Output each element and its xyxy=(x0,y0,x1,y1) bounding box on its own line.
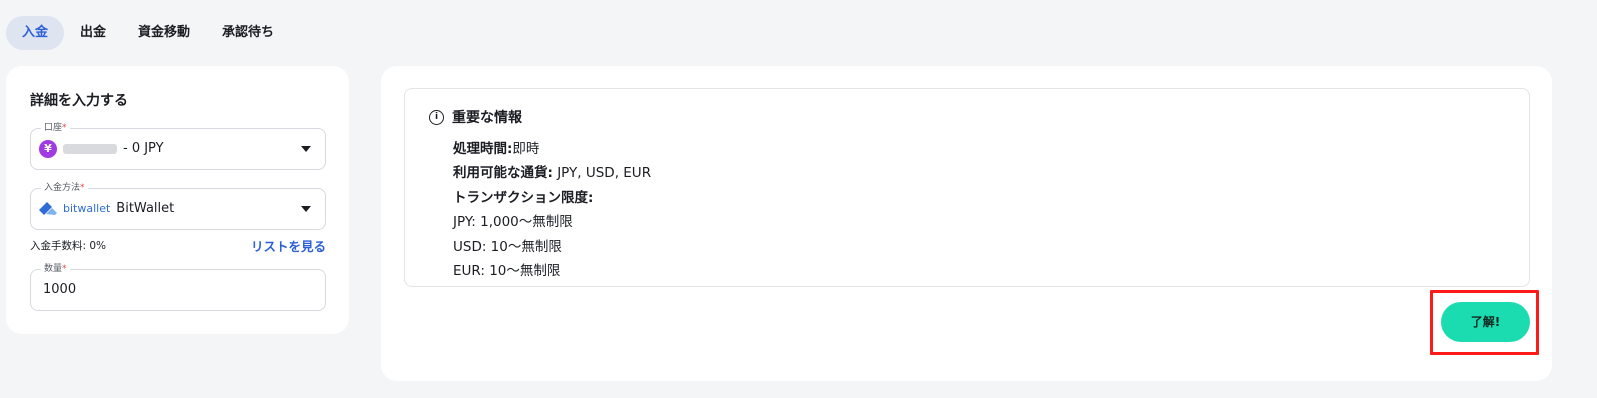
deposit-form-card: 詳細を入力する 口座* ¥ - 0 JPY 入金方法* bitwallet Bi… xyxy=(6,66,349,334)
masked-account-number xyxy=(63,144,117,154)
info-title: 重要な情報 xyxy=(452,110,522,126)
important-info-box: i 重要な情報 処理時間:即時 利用可能な通貨: JPY, USD, EUR ト… xyxy=(404,88,1530,287)
limit-usd: USD: 10〜無制限 xyxy=(453,238,562,255)
deposit-method-value: BitWallet xyxy=(116,201,175,216)
processing-time: 処理時間:即時 xyxy=(453,141,540,157)
fee-row: 入金手数料: 0% リストを見る xyxy=(30,236,326,255)
transaction-tabs: 入金 出金 資金移動 承認待ち xyxy=(6,16,290,50)
tab-pending[interactable]: 承認待ち xyxy=(206,16,290,50)
amount-field[interactable]: 数量* 1000 xyxy=(30,263,326,311)
deposit-method-select[interactable]: 入金方法* bitwallet BitWallet xyxy=(30,182,326,230)
chevron-down-icon xyxy=(301,146,311,152)
yen-currency-icon: ¥ xyxy=(39,140,57,158)
form-title: 詳細を入力する xyxy=(30,93,128,109)
bitwallet-logo-text: bitwallet xyxy=(63,202,111,215)
deposit-fee-text: 入金手数料: 0% xyxy=(30,240,107,252)
tab-transfer[interactable]: 資金移動 xyxy=(122,16,206,50)
amount-input[interactable]: 1000 xyxy=(43,270,76,310)
limit-jpy: JPY: 1,000〜無制限 xyxy=(453,214,573,231)
info-details: 処理時間:即時 利用可能な通貨: JPY, USD, EUR トランザクション限… xyxy=(453,137,651,283)
view-list-link[interactable]: リストを見る xyxy=(251,236,326,255)
account-select[interactable]: 口座* ¥ - 0 JPY xyxy=(30,122,326,170)
bitwallet-logo-icon xyxy=(39,202,57,215)
info-icon: i xyxy=(429,109,444,125)
available-currencies: 利用可能な通貨: JPY, USD, EUR xyxy=(453,165,652,182)
ok-button[interactable]: 了解! xyxy=(1441,302,1530,342)
account-value: - 0 JPY xyxy=(123,141,164,156)
chevron-down-icon xyxy=(301,206,311,212)
tab-withdrawal[interactable]: 出金 xyxy=(64,16,122,50)
tab-deposit[interactable]: 入金 xyxy=(6,16,65,50)
info-card: i 重要な情報 処理時間:即時 利用可能な通貨: JPY, USD, EUR ト… xyxy=(381,66,1552,381)
limit-eur: EUR: 10〜無制限 xyxy=(453,263,561,280)
transaction-limits-label: トランザクション限度: xyxy=(453,189,594,206)
